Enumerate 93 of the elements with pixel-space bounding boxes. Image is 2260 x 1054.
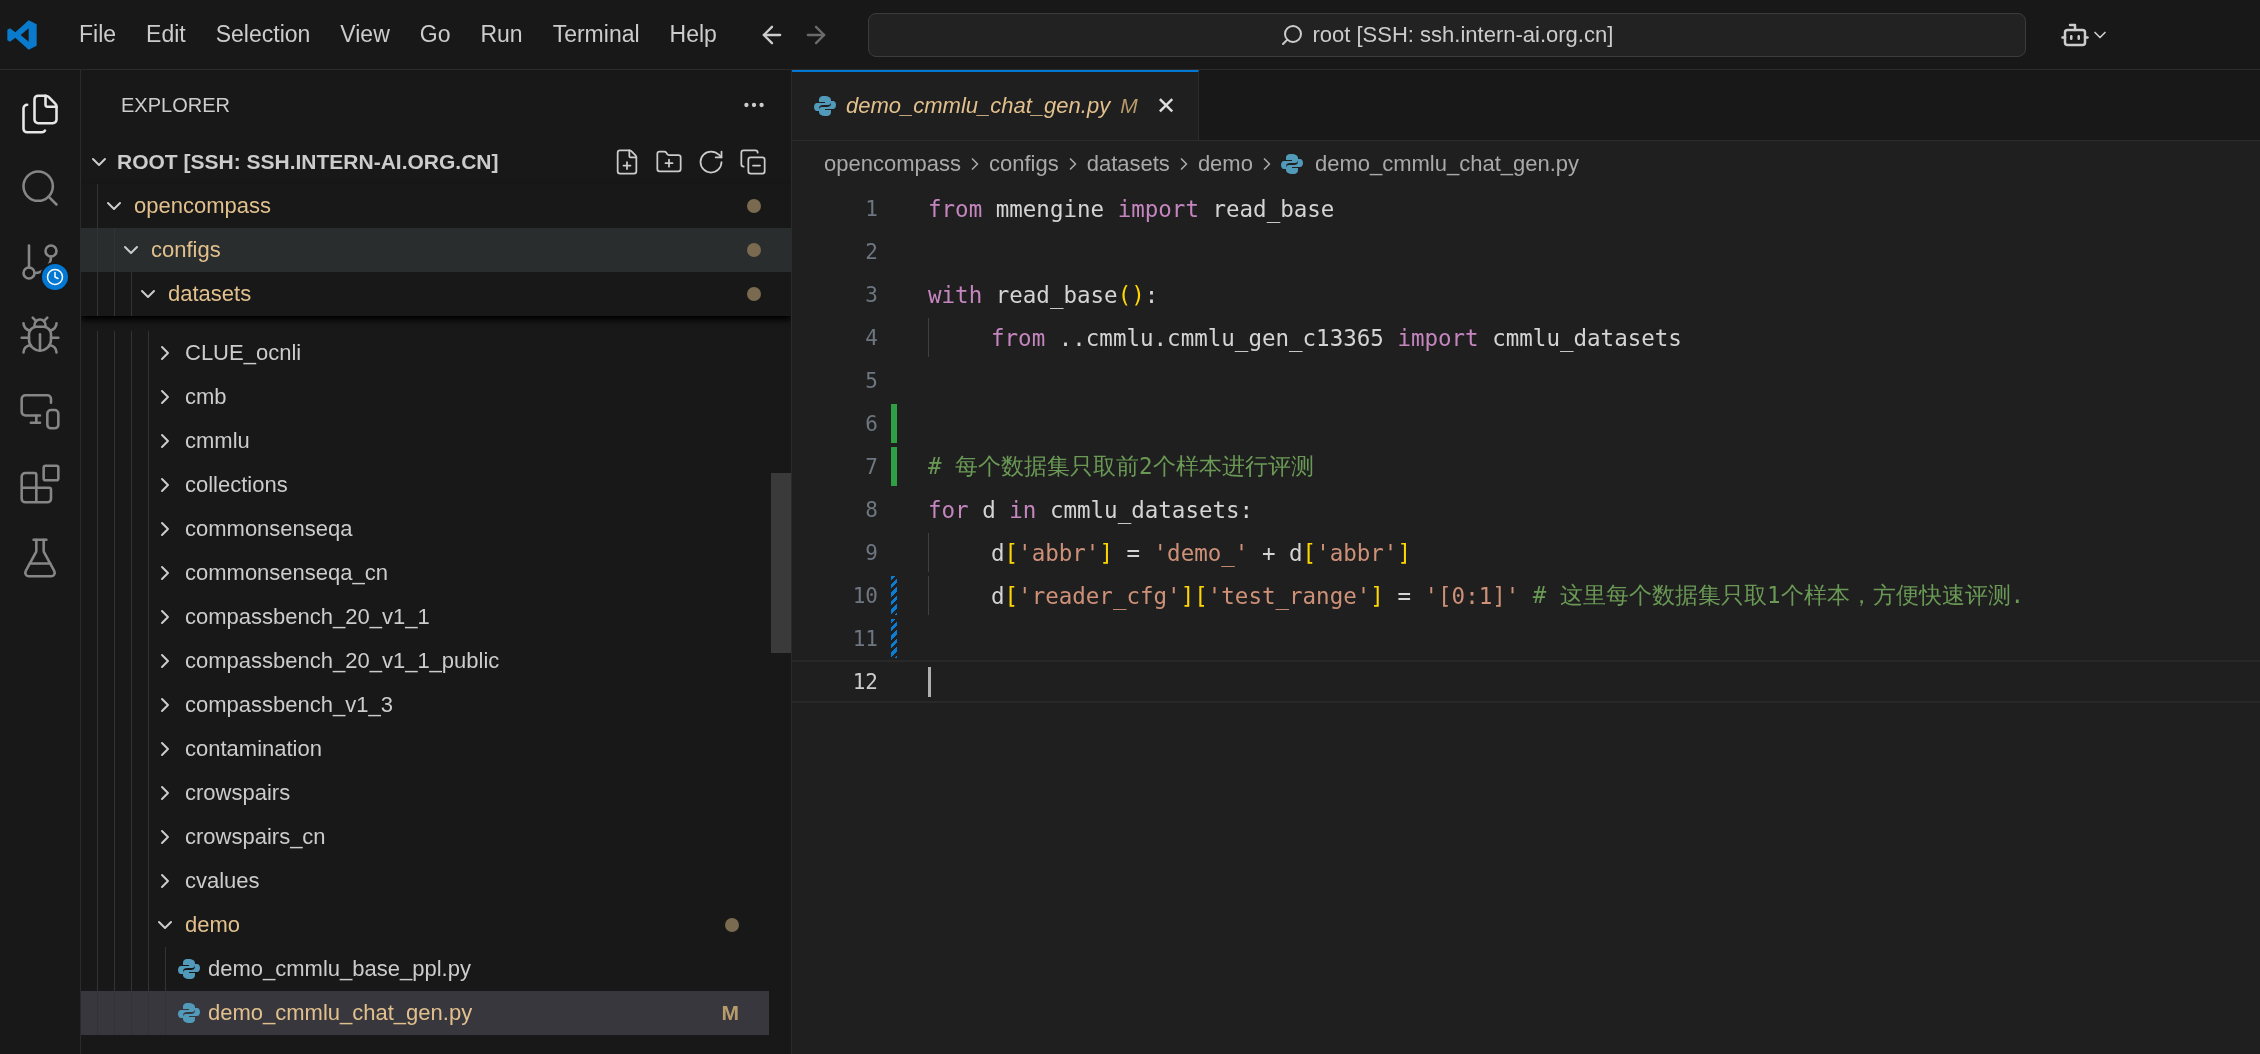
modified-dot bbox=[725, 918, 739, 932]
line-number: 4 bbox=[864, 325, 878, 350]
command-center-label: root [SSH: ssh.intern-ai.org.cn] bbox=[1312, 21, 1614, 48]
file-name: demo_cmmlu_base_ppl.py bbox=[208, 956, 472, 982]
python-file-icon bbox=[178, 1002, 200, 1024]
tree-item[interactable]: cmb bbox=[81, 375, 769, 419]
file-name: compassbench_v1_3 bbox=[185, 692, 394, 718]
line-number: 12 bbox=[851, 669, 878, 694]
file-name: cmb bbox=[185, 384, 228, 410]
line-number: 5 bbox=[864, 368, 878, 393]
file-name: contamination bbox=[185, 736, 323, 762]
file-name: configs bbox=[151, 237, 222, 263]
breadcrumb-item[interactable]: opencompass bbox=[824, 151, 961, 177]
file-name: cmmlu bbox=[185, 428, 251, 454]
line-number: 7 bbox=[864, 454, 878, 479]
refresh-icon[interactable] bbox=[697, 148, 725, 176]
menu-item[interactable]: Edit bbox=[131, 15, 201, 54]
tree-item[interactable]: cmmlu bbox=[81, 419, 769, 463]
tree-item[interactable]: compassbench_20_v1_1 bbox=[81, 595, 769, 639]
search-icon bbox=[1280, 22, 1305, 47]
file-name: collections bbox=[185, 472, 289, 498]
modified-dot bbox=[747, 199, 761, 213]
file-name: commonsenseqa_cn bbox=[185, 560, 389, 586]
code-text: with read_base(): bbox=[928, 280, 1159, 311]
code-text: from mmengine import read_base bbox=[928, 194, 1335, 225]
tree-item[interactable]: cvalues bbox=[81, 859, 769, 903]
blocks-icon[interactable] bbox=[18, 462, 62, 506]
tree-item[interactable]: compassbench_v1_3 bbox=[81, 683, 769, 727]
tree-item[interactable]: configs bbox=[81, 228, 791, 272]
menu-item[interactable]: Terminal bbox=[537, 15, 655, 54]
file-name: datasets bbox=[168, 281, 253, 307]
root-folder-header[interactable]: ROOT [SSH: SSH.INTERN-AI.ORG.CN] bbox=[81, 140, 791, 184]
breadcrumb-item[interactable]: configs bbox=[989, 151, 1059, 177]
tab-title: demo_cmmlu_chat_gen.py bbox=[846, 93, 1111, 119]
modified-dot bbox=[747, 287, 761, 301]
scrollbar-thumb[interactable] bbox=[771, 473, 791, 653]
python-file-icon bbox=[178, 958, 200, 980]
tree-item[interactable]: crowspairs bbox=[81, 771, 769, 815]
git-status: M bbox=[1120, 94, 1138, 118]
line-number: 3 bbox=[864, 282, 878, 307]
file-name: compassbench_20_v1_1 bbox=[185, 604, 431, 630]
tree-item[interactable]: crowspairs_cn bbox=[81, 815, 769, 859]
tree-item[interactable]: demo_cmmlu_chat_gen.py M bbox=[81, 991, 769, 1035]
line-number: 10 bbox=[851, 583, 878, 608]
tree-item[interactable]: demo bbox=[81, 903, 769, 947]
line-number: 9 bbox=[864, 540, 878, 565]
text-cursor bbox=[928, 666, 931, 697]
file-name: demo_cmmlu_chat_gen.py bbox=[208, 1000, 474, 1026]
close-button[interactable]: ✕ bbox=[1155, 92, 1176, 120]
menu-item[interactable]: File bbox=[64, 15, 132, 54]
menu-item[interactable]: Selection bbox=[200, 15, 326, 54]
file-name: commonsenseqa bbox=[185, 516, 354, 542]
tree-item[interactable]: commonsenseqa bbox=[81, 507, 769, 551]
code-text: d['abbr'] = 'demo_' + d['abbr'] bbox=[991, 538, 1411, 569]
file-name: CLUE_ocnli bbox=[185, 340, 303, 366]
tree-item[interactable]: CLUE_ocnli bbox=[81, 331, 769, 375]
tree-item[interactable]: datasets bbox=[81, 272, 791, 316]
line-number: 11 bbox=[851, 626, 878, 651]
breadcrumb-item[interactable]: demo bbox=[1197, 151, 1253, 177]
app-logo bbox=[6, 18, 38, 51]
menu-item[interactable]: Help bbox=[654, 15, 732, 54]
file-name: cvalues bbox=[185, 868, 261, 894]
menu-item[interactable]: Go bbox=[404, 15, 466, 54]
line-number: 1 bbox=[864, 196, 878, 221]
tree-item[interactable]: collections bbox=[81, 463, 769, 507]
file-name: opencompass bbox=[134, 193, 272, 219]
command-center[interactable]: root [SSH: ssh.intern-ai.org.cn] bbox=[867, 12, 2026, 57]
code-text: # 每个数据集只取前2个样本进行评测 bbox=[928, 452, 1314, 481]
file-name: crowspairs_cn bbox=[185, 824, 327, 850]
python-file-icon bbox=[814, 95, 836, 117]
sidebar-title: EXPLORER bbox=[121, 93, 230, 117]
code-text: for d in cmmlu_datasets: bbox=[928, 495, 1254, 526]
line-number: 6 bbox=[864, 411, 878, 436]
root-folder-label: ROOT [SSH: SSH.INTERN-AI.ORG.CN] bbox=[117, 150, 500, 174]
file-name: compassbench_20_v1_1_public bbox=[185, 648, 501, 674]
menu-item[interactable]: View bbox=[325, 15, 405, 54]
line-number: 2 bbox=[864, 239, 878, 264]
line-number: 8 bbox=[864, 497, 878, 522]
collapse-icon[interactable] bbox=[739, 148, 767, 176]
breadcrumb-item[interactable]: datasets bbox=[1086, 151, 1170, 177]
modified-dot bbox=[747, 243, 761, 257]
tree-item[interactable]: compassbench_20_v1_1_public bbox=[81, 639, 769, 683]
menu-item[interactable]: Run bbox=[465, 15, 538, 54]
code-text: d['reader_cfg']['test_range'] = '[0:1]' # 这里每个数据集只取1个样本，方便快速评测. bbox=[991, 581, 2025, 612]
file-name: crowspairs bbox=[185, 780, 292, 806]
file-name: demo bbox=[185, 912, 242, 938]
breadcrumb-item[interactable]: demo_cmmlu_chat_gen.py bbox=[1314, 151, 1580, 177]
code-text: from ..cmmlu.cmmlu_gen_c13365 import cmmlu_datasets bbox=[991, 323, 1682, 354]
editor-tab[interactable]: demo_cmmlu_chat_gen.py M ✕ bbox=[792, 70, 1199, 140]
python-file-icon bbox=[1280, 153, 1303, 175]
git-status: M bbox=[721, 1001, 739, 1025]
tree-item[interactable]: commonsenseqa_cn bbox=[81, 551, 769, 595]
tree-item[interactable]: contamination bbox=[81, 727, 769, 771]
